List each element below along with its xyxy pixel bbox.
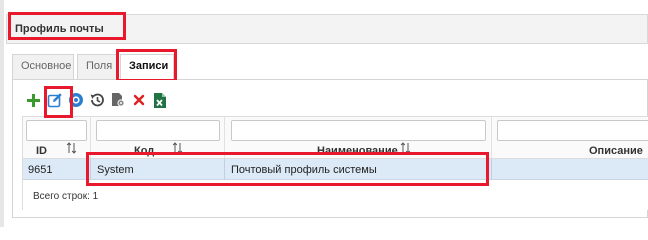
grid-footer: Всего строк: 1 [23, 180, 648, 210]
filter-description-input[interactable] [497, 120, 648, 141]
sort-icon[interactable] [400, 142, 412, 154]
cell-code: System [97, 164, 134, 176]
tab-records-label: Записи [129, 60, 169, 72]
export-excel-button[interactable] [151, 92, 168, 109]
tab-fields-label: Поля [86, 60, 113, 72]
plus-icon [27, 93, 40, 107]
records-grid: ID Код Наименование Описание 9651 System… [22, 116, 648, 210]
tab-main-label: Основное [21, 60, 72, 72]
file-settings-button[interactable] [109, 92, 126, 109]
view-button[interactable] [67, 92, 84, 109]
column-header-code[interactable]: Код [134, 145, 154, 157]
col-separator [491, 117, 492, 159]
history-button[interactable] [88, 92, 105, 109]
table-row[interactable]: 9651 System Почтовый профиль системы [23, 159, 648, 180]
row-separator [491, 159, 492, 180]
col-separator [90, 117, 91, 159]
history-icon [90, 93, 104, 107]
window-left-edge [0, 0, 4, 227]
add-button[interactable] [25, 92, 42, 109]
column-header-description[interactable]: Описание [589, 145, 643, 157]
edit-icon [47, 93, 62, 108]
col-separator [224, 117, 225, 159]
grid-header: ID Код Наименование Описание [23, 117, 648, 159]
eye-icon [68, 93, 83, 107]
title-bar: Профиль почты [6, 14, 648, 44]
filter-id-input[interactable] [26, 120, 87, 141]
column-header-id[interactable]: ID [36, 145, 47, 157]
tab-main[interactable]: Основное [12, 54, 74, 79]
row-separator [90, 159, 91, 180]
file-gear-icon [111, 93, 125, 107]
tab-fields[interactable]: Поля [77, 54, 117, 79]
tab-records[interactable]: Записи [120, 54, 174, 80]
page: Профиль почты Основное Поля Записи ID Ко… [0, 0, 648, 227]
row-count: Всего строк: 1 [33, 191, 99, 202]
records-panel: ID Код Наименование Описание 9651 System… [12, 80, 648, 218]
close-icon [133, 94, 144, 106]
column-header-name[interactable]: Наименование [317, 145, 398, 157]
excel-icon [153, 92, 166, 108]
filter-code-input[interactable] [96, 120, 220, 141]
edit-button[interactable] [46, 92, 63, 109]
page-title: Профиль почты [15, 23, 104, 35]
cell-name: Почтовый профиль системы [231, 164, 377, 176]
filter-name-input[interactable] [231, 120, 486, 141]
delete-button[interactable] [130, 92, 147, 109]
toolbar [25, 89, 168, 111]
cell-id: 9651 [28, 164, 53, 176]
row-separator [224, 159, 225, 180]
sort-icon[interactable] [66, 142, 78, 154]
sort-icon[interactable] [172, 142, 184, 154]
